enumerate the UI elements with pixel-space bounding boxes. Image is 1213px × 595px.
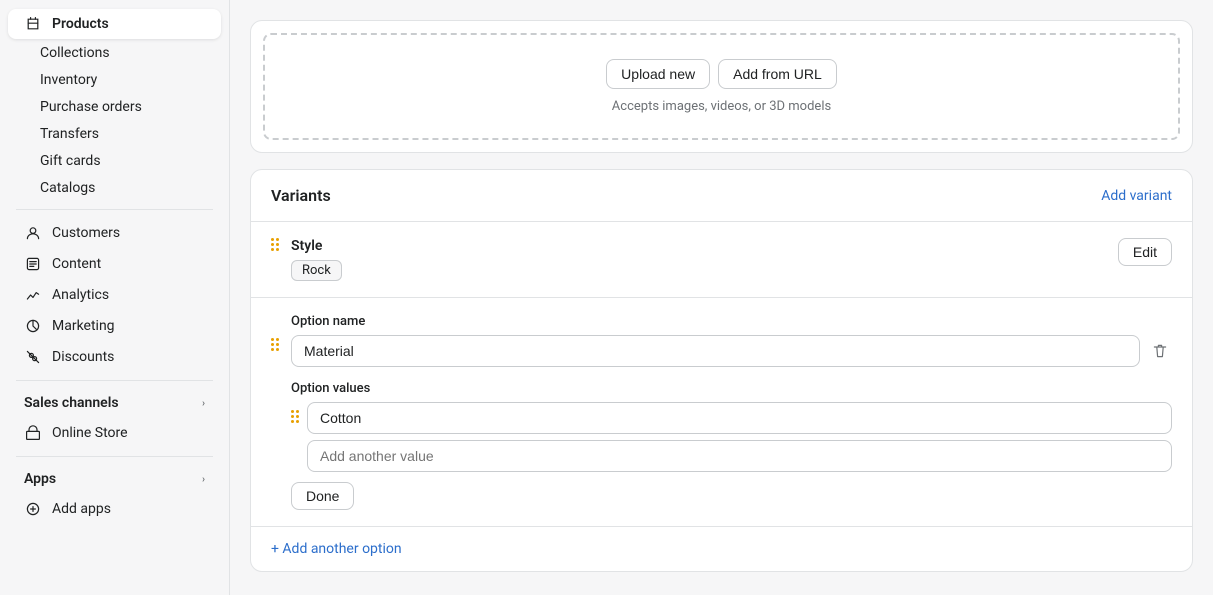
upload-buttons-group: Upload new Add from URL [606, 59, 837, 89]
sidebar-item-transfers[interactable]: Transfers [8, 121, 221, 147]
sidebar-item-marketing-label: Marketing [52, 318, 115, 334]
sales-channels-header[interactable]: Sales channels › [8, 389, 221, 417]
value-drag-handle[interactable] [291, 410, 299, 423]
sidebar-item-marketing[interactable]: Marketing [8, 311, 221, 341]
sidebar-item-online-store[interactable]: Online Store [8, 418, 221, 448]
media-upload-card: Upload new Add from URL Accepts images, … [250, 20, 1193, 153]
option-values-label: Option values [291, 381, 1172, 396]
add-variant-link[interactable]: Add variant [1101, 188, 1172, 204]
sales-channels-label: Sales channels [24, 395, 119, 411]
sidebar-item-inventory[interactable]: Inventory [8, 67, 221, 93]
style-badge: Rock [291, 260, 342, 281]
upload-hint-text: Accepts images, videos, or 3D models [612, 99, 831, 114]
chevron-right-icon: › [202, 398, 205, 409]
option-name-input[interactable] [291, 335, 1140, 367]
option-row: Option name Option values [271, 314, 1172, 510]
sidebar: Products Collections Inventory Purchase … [0, 0, 230, 595]
sidebar-item-analytics[interactable]: Analytics [8, 280, 221, 310]
divider-2 [16, 380, 213, 381]
option-name-label: Option name [291, 314, 1172, 329]
discounts-icon [24, 348, 42, 366]
add-another-option-link[interactable]: + Add another option [271, 541, 1172, 557]
option-value-1-input[interactable] [307, 402, 1172, 434]
option-section: Option name Option values [251, 298, 1192, 527]
variants-title: Variants [271, 186, 331, 205]
sidebar-item-discounts[interactable]: Discounts [8, 342, 221, 372]
sidebar-item-analytics-label: Analytics [52, 287, 109, 303]
analytics-icon [24, 286, 42, 304]
sidebar-item-catalogs[interactable]: Catalogs [8, 175, 221, 201]
delete-option-button[interactable] [1148, 339, 1172, 363]
person-icon [24, 224, 42, 242]
divider-3 [16, 456, 213, 457]
sidebar-item-gift-cards[interactable]: Gift cards [8, 148, 221, 174]
products-icon [24, 15, 42, 33]
add-from-url-button[interactable]: Add from URL [718, 59, 837, 89]
sidebar-item-content[interactable]: Content [8, 249, 221, 279]
sidebar-item-content-label: Content [52, 256, 101, 272]
variants-card: Variants Add variant Style Rock Edit [250, 169, 1193, 572]
apps-label: Apps [24, 471, 56, 487]
sidebar-item-discounts-label: Discounts [52, 349, 114, 365]
apps-chevron-icon: › [202, 474, 205, 485]
sidebar-item-customers-label: Customers [52, 225, 120, 241]
add-another-value-input[interactable] [307, 440, 1172, 472]
upload-new-button[interactable]: Upload new [606, 59, 710, 89]
style-section: Style Rock Edit [251, 222, 1192, 298]
trash-icon [1152, 343, 1168, 359]
marketing-icon [24, 317, 42, 335]
sidebar-item-purchase-orders[interactable]: Purchase orders [8, 94, 221, 120]
divider-1 [16, 209, 213, 210]
add-another-option-row: + Add another option [251, 527, 1192, 571]
option-values-inputs [307, 402, 1172, 472]
sidebar-item-add-apps[interactable]: Add apps [8, 494, 221, 524]
store-icon [24, 424, 42, 442]
sidebar-item-collections[interactable]: Collections [8, 40, 221, 66]
plus-circle-icon [24, 500, 42, 518]
sidebar-item-online-store-label: Online Store [52, 425, 128, 441]
variants-header: Variants Add variant [251, 170, 1192, 222]
style-drag-handle[interactable] [271, 238, 279, 251]
done-button[interactable]: Done [291, 482, 354, 510]
edit-button[interactable]: Edit [1118, 238, 1172, 266]
add-apps-label: Add apps [52, 501, 111, 517]
sidebar-item-customers[interactable]: Customers [8, 218, 221, 248]
option-content: Option name Option values [291, 314, 1172, 510]
option-drag-handle[interactable] [271, 338, 279, 351]
main-content: Upload new Add from URL Accepts images, … [230, 0, 1213, 595]
style-content: Style Rock [291, 238, 1106, 281]
option-input-row [291, 335, 1172, 367]
sidebar-item-products-label: Products [52, 16, 109, 32]
apps-header[interactable]: Apps › [8, 465, 221, 493]
style-row: Style Rock Edit [271, 238, 1172, 281]
sidebar-item-products[interactable]: Products [8, 9, 221, 39]
option-values-section [291, 402, 1172, 472]
style-label: Style [291, 238, 1106, 254]
upload-drop-zone: Upload new Add from URL Accepts images, … [263, 33, 1180, 140]
content-icon [24, 255, 42, 273]
